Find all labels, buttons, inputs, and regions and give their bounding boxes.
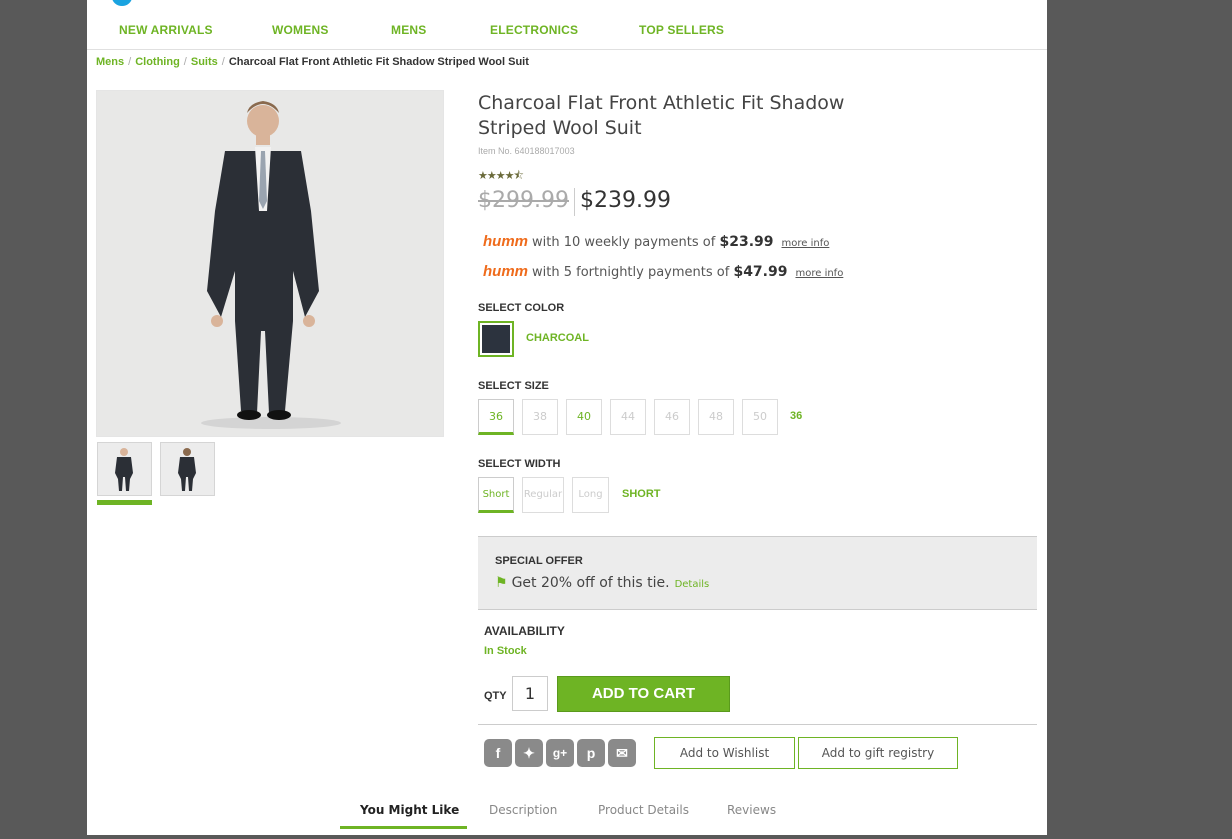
size-option-48[interactable]: 48 xyxy=(698,399,734,435)
humm-fortnightly-more-info[interactable]: more info xyxy=(795,268,843,279)
humm-fortnightly-text: with 5 fortnightly payments of xyxy=(532,265,730,280)
email-icon[interactable]: ✉ xyxy=(608,739,636,767)
tag-icon: ⚑ xyxy=(495,575,508,591)
size-option-38[interactable]: 38 xyxy=(522,399,558,435)
product-main-image[interactable] xyxy=(96,90,444,437)
select-width-label: SELECT WIDTH xyxy=(478,458,561,470)
breadcrumb-current: Charcoal Flat Front Athletic Fit Shadow … xyxy=(228,56,529,68)
pinterest-icon[interactable]: p xyxy=(577,739,605,767)
select-size-label: SELECT SIZE xyxy=(478,380,549,392)
breadcrumb-separator: / xyxy=(221,56,225,68)
original-price: $299.99 xyxy=(478,188,569,213)
breadcrumb-separator: / xyxy=(128,56,132,68)
qty-label: QTY xyxy=(484,690,507,702)
humm-fortnightly-amount: $47.99 xyxy=(733,264,788,280)
nav-new-arrivals[interactable]: NEW ARRIVALS xyxy=(119,23,213,37)
breadcrumb-mens[interactable]: Mens xyxy=(96,56,124,68)
color-swatch-fill xyxy=(482,325,510,353)
select-color-label: SELECT COLOR xyxy=(478,302,565,314)
thumbnail-active-indicator xyxy=(97,500,152,505)
breadcrumb: Mens / Clothing / Suits / Charcoal Flat Front … xyxy=(96,56,529,68)
availability-label: AVAILABILITY xyxy=(484,624,565,638)
breadcrumb-clothing[interactable]: Clothing xyxy=(135,56,180,68)
facebook-icon[interactable]: f xyxy=(484,739,512,767)
humm-logo-icon: humm xyxy=(483,263,528,280)
suit-model-figure xyxy=(97,91,443,436)
add-to-cart-button[interactable]: ADD TO CART xyxy=(557,676,730,712)
size-option-50[interactable]: 50 xyxy=(742,399,778,435)
rating-stars[interactable]: ★★★★⯪ xyxy=(478,167,524,186)
color-swatch-charcoal[interactable] xyxy=(478,321,514,357)
special-offer-text-row: ⚑ Get 20% off of this tie. Details xyxy=(495,575,709,591)
selected-color-value: CHARCOAL xyxy=(526,332,589,344)
quantity-input[interactable] xyxy=(512,676,548,711)
price-divider xyxy=(574,188,575,216)
product-thumbnail-front[interactable] xyxy=(97,442,152,496)
tab-reviews[interactable]: Reviews xyxy=(727,803,776,817)
selected-size-value: 36 xyxy=(790,410,803,422)
humm-weekly-row: humm with 10 weekly payments of $23.99 mor… xyxy=(483,233,829,250)
add-to-gift-registry-button[interactable]: Add to gift registry xyxy=(798,737,958,769)
selected-width-value: SHORT xyxy=(622,488,661,500)
tab-you-might-like[interactable]: You Might Like xyxy=(360,803,459,817)
size-option-46[interactable]: 46 xyxy=(654,399,690,435)
size-option-40[interactable]: 40 xyxy=(566,399,602,435)
special-offer-panel: SPECIAL OFFER ⚑ Get 20% off of this tie. D… xyxy=(478,536,1037,610)
twitter-icon[interactable]: ✦ xyxy=(515,739,543,767)
nav-top-sellers[interactable]: TOP SELLERS xyxy=(639,23,724,37)
nav-womens[interactable]: WOMENS xyxy=(272,23,329,37)
top-nav: NEW ARRIVALS WOMENS MENS ELECTRONICS TOP… xyxy=(87,0,1047,50)
product-thumbnail-back[interactable] xyxy=(160,442,215,496)
stock-status: In Stock xyxy=(484,645,527,657)
breadcrumb-separator: / xyxy=(183,56,187,68)
sale-price: $239.99 xyxy=(580,188,671,213)
product-title: Charcoal Flat Front Athletic Fit Shadow … xyxy=(478,92,845,139)
width-option-short[interactable]: Short xyxy=(478,477,514,513)
add-to-wishlist-button[interactable]: Add to Wishlist xyxy=(654,737,795,769)
width-option-regular[interactable]: Regular xyxy=(522,477,564,513)
nav-electronics[interactable]: ELECTRONICS xyxy=(490,23,578,37)
humm-weekly-text: with 10 weekly payments of xyxy=(532,235,716,250)
breadcrumb-suits[interactable]: Suits xyxy=(191,56,218,68)
nav-mens[interactable]: MENS xyxy=(391,23,426,37)
special-offer-text: Get 20% off of this tie. xyxy=(511,575,670,591)
size-option-44[interactable]: 44 xyxy=(610,399,646,435)
humm-weekly-amount: $23.99 xyxy=(719,234,774,250)
tab-description[interactable]: Description xyxy=(489,803,557,817)
special-offer-title: SPECIAL OFFER xyxy=(495,555,583,567)
size-option-36[interactable]: 36 xyxy=(478,399,514,435)
tab-product-details[interactable]: Product Details xyxy=(598,803,689,817)
google-plus-icon[interactable]: g+ xyxy=(546,739,574,767)
humm-fortnightly-row: humm with 5 fortnightly payments of $47.9… xyxy=(483,263,843,280)
width-option-long[interactable]: Long xyxy=(572,477,609,513)
active-tab-indicator xyxy=(340,826,467,829)
item-number: Item No. 640188017003 xyxy=(478,146,575,156)
humm-weekly-more-info[interactable]: more info xyxy=(782,238,830,249)
product-page: NEW ARRIVALS WOMENS MENS ELECTRONICS TOP… xyxy=(87,0,1047,835)
special-offer-details-link[interactable]: Details xyxy=(675,579,710,590)
humm-logo-icon: humm xyxy=(483,233,528,250)
divider xyxy=(478,724,1037,725)
